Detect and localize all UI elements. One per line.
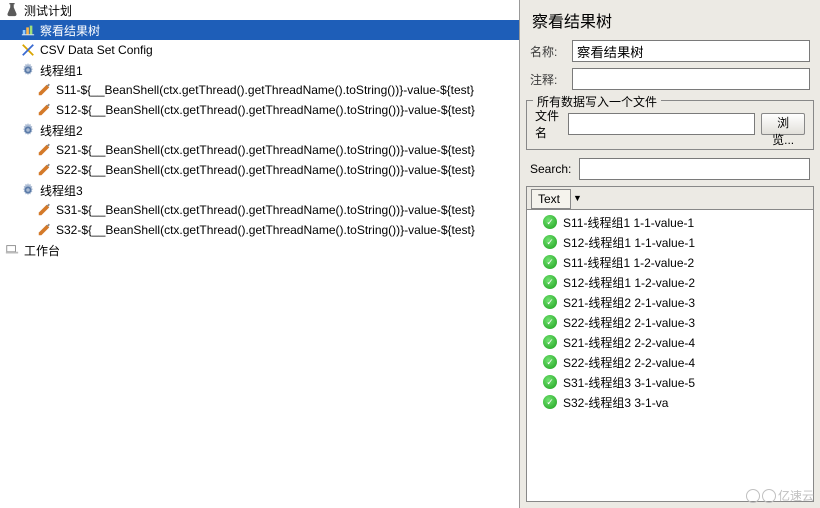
tree-results-label: 察看结果树	[40, 22, 100, 39]
result-label: S31-线程组3 3-1-value-5	[563, 374, 695, 391]
gear-icon	[20, 62, 36, 78]
success-icon: ✓	[543, 315, 557, 329]
result-item[interactable]: ✓ S12-线程组1 1-2-value-2	[527, 272, 813, 292]
sampler-icon	[36, 222, 52, 238]
result-item[interactable]: ✓ S21-线程组2 2-2-value-4	[527, 332, 813, 352]
workbench-icon	[4, 242, 20, 258]
panel-title: 察看结果树	[520, 0, 820, 36]
tree-workbench[interactable]: 工作台	[0, 240, 519, 260]
thread-group-label: 线程组2	[40, 122, 83, 139]
tree-csv[interactable]: CSV Data Set Config	[0, 40, 519, 60]
tree-sampler[interactable]: S21-${__BeanShell(ctx.getThread().getThr…	[0, 140, 519, 160]
search-label: Search:	[530, 162, 571, 176]
tree-thread-group[interactable]: 线程组2	[0, 120, 519, 140]
tree-sampler[interactable]: S22-${__BeanShell(ctx.getThread().getThr…	[0, 160, 519, 180]
sampler-icon	[36, 82, 52, 98]
sampler-icon	[36, 102, 52, 118]
sampler-label: S22-${__BeanShell(ctx.getThread().getThr…	[56, 163, 475, 177]
result-label: S22-线程组2 2-1-value-3	[563, 314, 695, 331]
result-label: S11-线程组1 1-2-value-2	[563, 254, 694, 271]
tree-sampler[interactable]: S31-${__BeanShell(ctx.getThread().getThr…	[0, 200, 519, 220]
sampler-label: S31-${__BeanShell(ctx.getThread().getThr…	[56, 203, 475, 217]
result-item[interactable]: ✓ S12-线程组1 1-1-value-1	[527, 232, 813, 252]
search-input[interactable]	[579, 158, 810, 180]
success-icon: ✓	[543, 355, 557, 369]
sampler-label: S21-${__BeanShell(ctx.getThread().getThr…	[56, 143, 475, 157]
success-icon: ✓	[543, 335, 557, 349]
result-item[interactable]: ✓ S21-线程组2 2-1-value-3	[527, 292, 813, 312]
text-tab[interactable]: Text	[531, 189, 571, 209]
success-icon: ✓	[543, 375, 557, 389]
result-item[interactable]: ✓ S11-线程组1 1-1-value-1	[527, 212, 813, 232]
chevron-down-icon[interactable]: ▼	[573, 193, 582, 203]
thread-group-label: 线程组3	[40, 182, 83, 199]
tree-sampler[interactable]: S32-${__BeanShell(ctx.getThread().getThr…	[0, 220, 519, 240]
sampler-label: S12-${__BeanShell(ctx.getThread().getThr…	[56, 103, 475, 117]
result-label: S22-线程组2 2-2-value-4	[563, 354, 695, 371]
gear-icon	[20, 122, 36, 138]
tree-root[interactable]: 测试计划	[0, 0, 519, 20]
result-label: S11-线程组1 1-1-value-1	[563, 214, 694, 231]
comment-input[interactable]	[572, 68, 810, 90]
success-icon: ✓	[543, 235, 557, 249]
tree-csv-label: CSV Data Set Config	[40, 43, 153, 57]
file-fieldset: 所有数据写入一个文件 文件名 浏览...	[526, 100, 814, 150]
tree-sampler[interactable]: S11-${__BeanShell(ctx.getThread().getThr…	[0, 80, 519, 100]
results-area: Text ▼ ✓ S11-线程组1 1-1-value-1 ✓ S12-线程组1 1-…	[526, 186, 814, 502]
result-label: S21-线程组2 2-1-value-3	[563, 294, 695, 311]
success-icon: ✓	[543, 215, 557, 229]
chart-icon	[20, 22, 36, 38]
result-label: S12-线程组1 1-2-value-2	[563, 274, 695, 291]
sampler-icon	[36, 142, 52, 158]
result-item[interactable]: ✓ S31-线程组3 3-1-value-5	[527, 372, 813, 392]
result-label: S21-线程组2 2-2-value-4	[563, 334, 695, 351]
name-label: 名称:	[530, 43, 572, 60]
result-item[interactable]: ✓ S11-线程组1 1-2-value-2	[527, 252, 813, 272]
sampler-label: S32-${__BeanShell(ctx.getThread().getThr…	[56, 223, 475, 237]
sampler-icon	[36, 162, 52, 178]
result-label: S12-线程组1 1-1-value-1	[563, 234, 695, 251]
name-input[interactable]	[572, 40, 810, 62]
comment-label: 注释:	[530, 71, 572, 88]
tree-sampler[interactable]: S12-${__BeanShell(ctx.getThread().getThr…	[0, 100, 519, 120]
file-input[interactable]	[568, 113, 755, 135]
success-icon: ✓	[543, 275, 557, 289]
result-item[interactable]: ✓ S22-线程组2 2-2-value-4	[527, 352, 813, 372]
tree-root-label: 测试计划	[24, 2, 72, 19]
result-item[interactable]: ✓ S22-线程组2 2-1-value-3	[527, 312, 813, 332]
result-item[interactable]: ✓ S32-线程组3 3-1-va	[527, 392, 813, 412]
file-legend: 所有数据写入一个文件	[533, 93, 661, 110]
sampler-icon	[36, 202, 52, 218]
tree-results[interactable]: 察看结果树	[0, 20, 519, 40]
success-icon: ✓	[543, 255, 557, 269]
gear-icon	[20, 182, 36, 198]
result-label: S32-线程组3 3-1-va	[563, 394, 668, 411]
tree-panel: 测试计划 察看结果树 CSV Data Set Config 线程组1 S11-$…	[0, 0, 520, 508]
flask-icon	[4, 2, 20, 18]
tree-thread-group[interactable]: 线程组3	[0, 180, 519, 200]
text-tab-label: Text	[538, 192, 560, 206]
browse-button[interactable]: 浏览...	[761, 113, 805, 135]
success-icon: ✓	[543, 295, 557, 309]
tree-workbench-label: 工作台	[24, 242, 60, 259]
sampler-label: S11-${__BeanShell(ctx.getThread().getThr…	[56, 83, 474, 97]
results-list[interactable]: ✓ S11-线程组1 1-1-value-1 ✓ S12-线程组1 1-1-value…	[527, 209, 813, 501]
tree-thread-group[interactable]: 线程组1	[0, 60, 519, 80]
thread-group-label: 线程组1	[40, 62, 83, 79]
detail-panel: 察看结果树 名称: 注释: 所有数据写入一个文件 文件名 浏览... Searc…	[520, 0, 820, 508]
file-label: 文件名	[535, 107, 562, 141]
tools-icon	[20, 42, 36, 58]
success-icon: ✓	[543, 395, 557, 409]
